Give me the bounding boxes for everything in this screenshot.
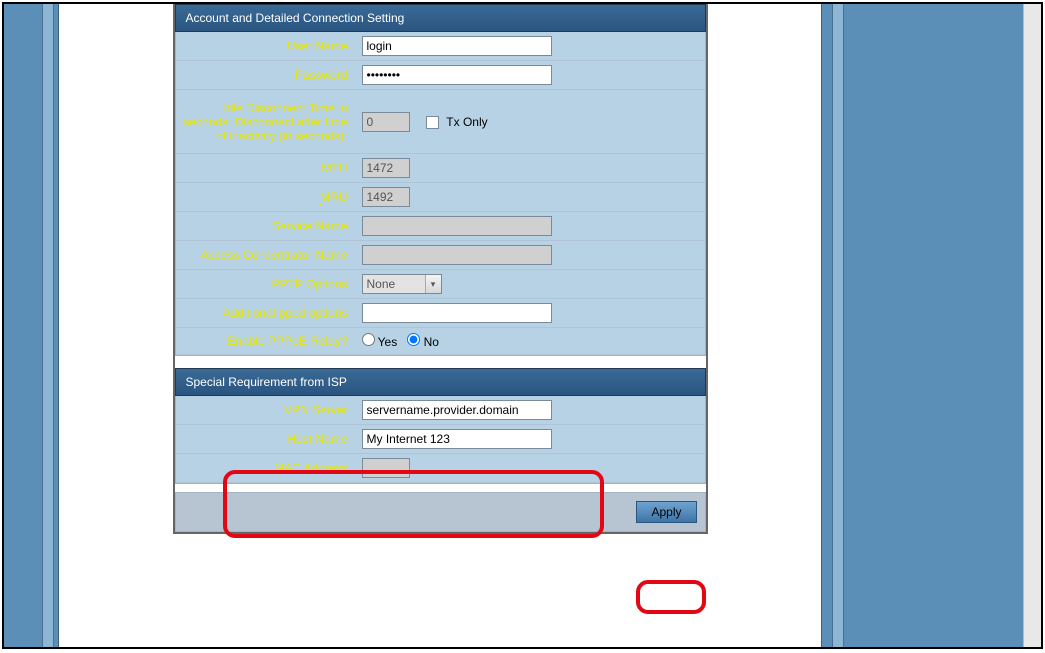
yes-label: Yes [378, 335, 398, 349]
idle-disconnect-input[interactable] [362, 112, 410, 132]
scrollbar[interactable] [1023, 4, 1041, 647]
isp-section-header: Special Requirement from ISP [175, 368, 706, 396]
tx-only-label: Tx Only [446, 115, 487, 129]
pppoe-relay-yes-radio[interactable] [362, 333, 375, 346]
password-input[interactable] [362, 65, 552, 85]
isp-section-body: VPN Server Host Name MAC Address [175, 396, 706, 484]
left-rail-inner [42, 4, 54, 647]
pptp-options-label: PPTP Options [272, 277, 348, 292]
host-name-input[interactable] [362, 429, 552, 449]
pppoe-relay-label: Enable PPPoE Relay? [227, 334, 347, 349]
service-name-label: Service Name [272, 219, 347, 234]
host-name-label: Host Name [287, 432, 347, 447]
mtu-input[interactable] [362, 158, 410, 178]
highlight-apply [636, 580, 706, 614]
password-label: Password [295, 68, 348, 83]
mac-address-label: MAC Address [274, 461, 347, 476]
button-row: Apply [175, 492, 706, 532]
ac-name-input[interactable] [362, 245, 552, 265]
vpn-server-input[interactable] [362, 400, 552, 420]
settings-panel: Account and Detailed Connection Setting … [173, 4, 708, 534]
pptp-options-select[interactable]: None ▾ [362, 274, 442, 294]
no-label: No [424, 335, 439, 349]
idle-disconnect-label: Idle Disconnect Time in seconds: Disconn… [183, 101, 347, 144]
left-sidebar-rail [4, 4, 59, 647]
account-section-title: Account and Detailed Connection Setting [186, 11, 405, 25]
pppd-options-label: Additional pppd options [223, 306, 348, 321]
mac-address-input[interactable] [362, 458, 410, 478]
tx-only-checkbox[interactable] [426, 116, 439, 129]
ac-name-label: Access Concentrator Name [201, 248, 348, 263]
pppd-options-input[interactable] [362, 303, 552, 323]
pptp-options-value: None [367, 277, 396, 291]
mru-label: MRU [320, 190, 347, 205]
pppoe-relay-no-radio[interactable] [407, 333, 420, 346]
vpn-server-label: VPN Server [284, 403, 347, 418]
mru-input[interactable] [362, 187, 410, 207]
isp-section-title: Special Requirement from ISP [186, 375, 347, 389]
service-name-input[interactable] [362, 216, 552, 236]
account-section-body: User Name Password Idle Disconnect Time … [175, 32, 706, 356]
right-sidebar-rail [821, 4, 1041, 647]
right-rail-inner [832, 4, 844, 647]
user-name-label: User Name [287, 39, 348, 54]
chevron-down-icon: ▾ [425, 275, 441, 293]
account-section-header: Account and Detailed Connection Setting [175, 4, 706, 32]
user-name-input[interactable] [362, 36, 552, 56]
apply-button[interactable]: Apply [636, 501, 696, 523]
mtu-label: MTU [322, 161, 348, 176]
